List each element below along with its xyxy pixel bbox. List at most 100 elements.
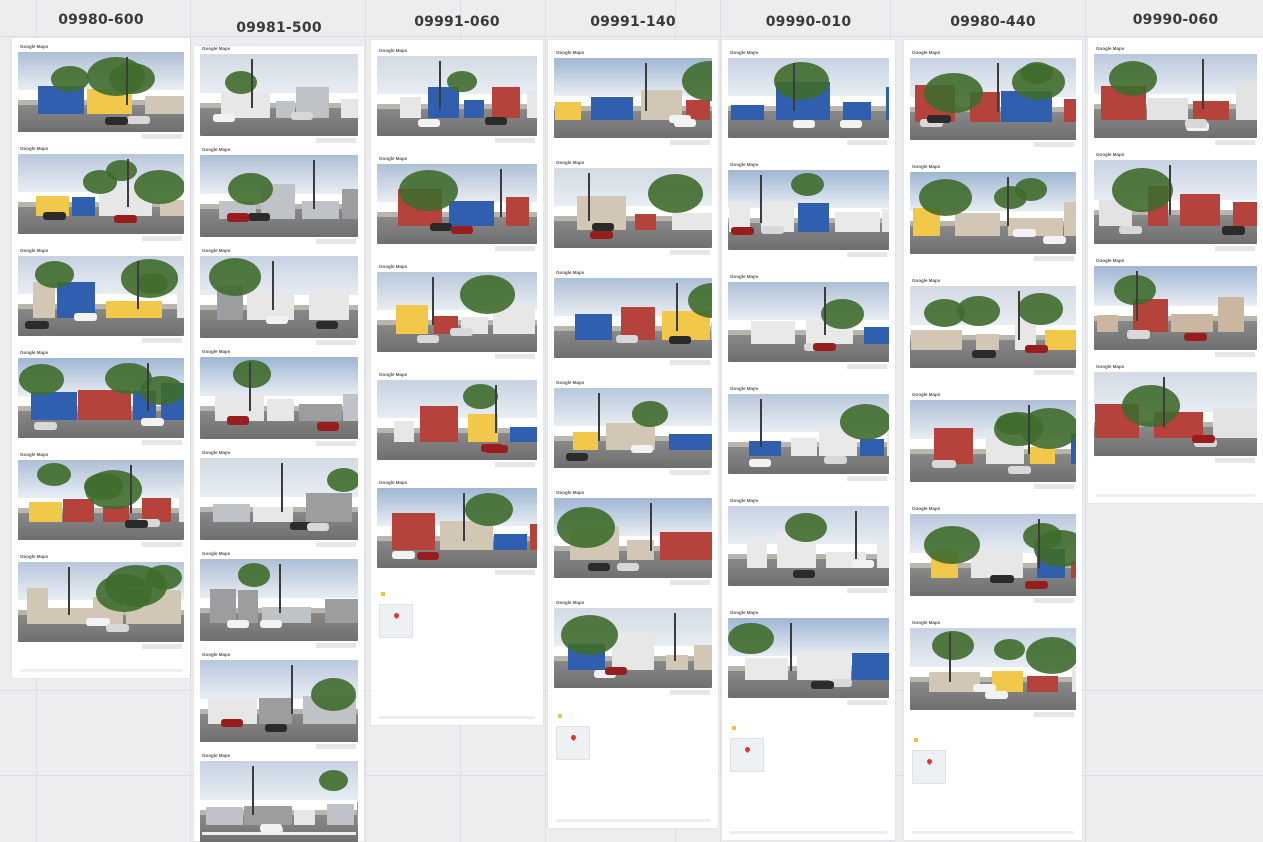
street-view-image[interactable] [728, 618, 889, 698]
street-view-image[interactable] [728, 282, 889, 362]
street-view-image[interactable] [200, 660, 358, 742]
street-view-image[interactable] [200, 559, 358, 641]
printout-sheet[interactable]: Google Maps Google Maps Google Maps Google … [904, 40, 1082, 840]
scene-building [954, 212, 1000, 236]
printout-sheet[interactable]: Google Maps Google Maps Google Maps Google … [1088, 38, 1263, 503]
maps-header: Google Maps [20, 246, 48, 255]
street-view-image[interactable] [910, 514, 1076, 596]
street-view-image[interactable] [18, 460, 184, 540]
street-view-image[interactable] [200, 357, 358, 439]
scene-car [605, 667, 628, 676]
scene-utility-pole [495, 384, 498, 433]
scene-car [1184, 119, 1208, 128]
street-view-image[interactable] [728, 506, 889, 586]
street-view-image[interactable] [377, 164, 537, 244]
maps-header: Google Maps [912, 48, 940, 57]
maps-header-label: Google Maps [1096, 364, 1125, 369]
maps-header-label: Google Maps [556, 270, 585, 275]
column-title: 09981-500 [236, 20, 322, 36]
street-view-image[interactable] [910, 58, 1076, 140]
street-view-image[interactable] [910, 286, 1076, 368]
street-view-image[interactable] [554, 58, 712, 138]
maps-header: Google Maps [912, 390, 940, 399]
street-view-image[interactable] [18, 358, 184, 438]
scene-car [730, 227, 754, 236]
street-view-image[interactable] [200, 155, 358, 237]
maps-header: Google Maps [1096, 362, 1124, 371]
street-view-image[interactable] [200, 256, 358, 338]
printout-sheet[interactable]: Google Maps Google Maps Google Maps Google … [194, 46, 364, 842]
scene-building [391, 512, 436, 551]
street-view-image[interactable] [377, 380, 537, 460]
street-view-image[interactable] [554, 278, 712, 358]
scene-car [140, 418, 164, 427]
location-minimap[interactable] [912, 750, 946, 784]
street-view-image[interactable] [200, 458, 358, 540]
scene-tree [446, 71, 477, 92]
scene-utility-pole [431, 276, 434, 325]
street-view-image[interactable] [1094, 160, 1257, 244]
maps-header-label: Google Maps [912, 164, 941, 169]
street-view-image[interactable] [18, 562, 184, 642]
maps-header: Google Maps [556, 48, 584, 57]
location-minimap[interactable] [730, 738, 764, 772]
scene-car [631, 445, 654, 454]
street-view-image[interactable] [1094, 54, 1257, 138]
street-view-image[interactable] [377, 488, 537, 568]
street-view-image[interactable] [728, 58, 889, 138]
scene-utility-pole [500, 168, 503, 217]
maps-header-label: Google Maps [379, 372, 408, 377]
maps-header-label: Google Maps [202, 551, 231, 556]
maps-header: Google Maps [730, 48, 758, 57]
printout-sheet[interactable]: Google Maps Google Maps Google Maps Google … [548, 40, 718, 828]
printout-sheet[interactable]: Google Maps Google Maps Google Maps Google … [722, 40, 895, 840]
street-view-image[interactable] [1094, 372, 1257, 456]
street-view-image[interactable] [554, 168, 712, 248]
scene-sky [200, 54, 358, 94]
printout-sheet[interactable]: Google Maps Google Maps Google Maps Google … [12, 38, 190, 678]
street-view-image[interactable] [554, 608, 712, 688]
street-view-image[interactable] [728, 394, 889, 474]
image-caption [495, 570, 535, 575]
printout-footer [379, 716, 535, 719]
image-caption [847, 364, 887, 369]
street-view-image[interactable] [18, 52, 184, 132]
street-view-image[interactable] [910, 628, 1076, 710]
scene-car [221, 718, 244, 727]
scene-building [267, 399, 294, 421]
street-view-image[interactable] [910, 172, 1076, 254]
street-view-image[interactable] [554, 498, 712, 578]
street-view-image[interactable] [377, 56, 537, 136]
scene-utility-pole [130, 464, 133, 513]
scene-building [31, 391, 77, 421]
street-view-image[interactable] [200, 54, 358, 136]
street-view-image[interactable] [377, 272, 537, 352]
maps-header: Google Maps [379, 154, 407, 163]
street-view-image[interactable] [18, 256, 184, 336]
location-minimap[interactable] [379, 604, 413, 638]
scene-car [33, 422, 58, 431]
street-view-image[interactable] [728, 170, 889, 250]
printout-sheet[interactable]: Google Maps Google Maps Google Maps Google … [371, 40, 543, 725]
street-view-image[interactable] [910, 400, 1076, 482]
image-caption [316, 643, 356, 648]
image-caption [1215, 246, 1255, 251]
street-view-image[interactable] [18, 154, 184, 234]
scene-utility-pole [598, 392, 601, 441]
scene-utility-pole [291, 664, 294, 715]
scene-car [259, 823, 282, 832]
scene-tree [1121, 385, 1181, 428]
scene-utility-pole [462, 492, 465, 541]
scene-tree [1111, 167, 1173, 212]
maps-header: Google Maps [1096, 150, 1124, 159]
maps-header-label: Google Maps [556, 600, 585, 605]
maps-header-label: Google Maps [556, 50, 585, 55]
street-view-image[interactable] [554, 388, 712, 468]
location-minimap[interactable] [556, 726, 590, 760]
column-title: 09990-060 [1132, 12, 1219, 28]
maps-header: Google Maps [912, 162, 940, 171]
street-view-image[interactable] [1094, 266, 1257, 350]
scene-car [126, 116, 151, 125]
street-view-image[interactable] [200, 761, 358, 842]
scene-building [299, 403, 343, 421]
